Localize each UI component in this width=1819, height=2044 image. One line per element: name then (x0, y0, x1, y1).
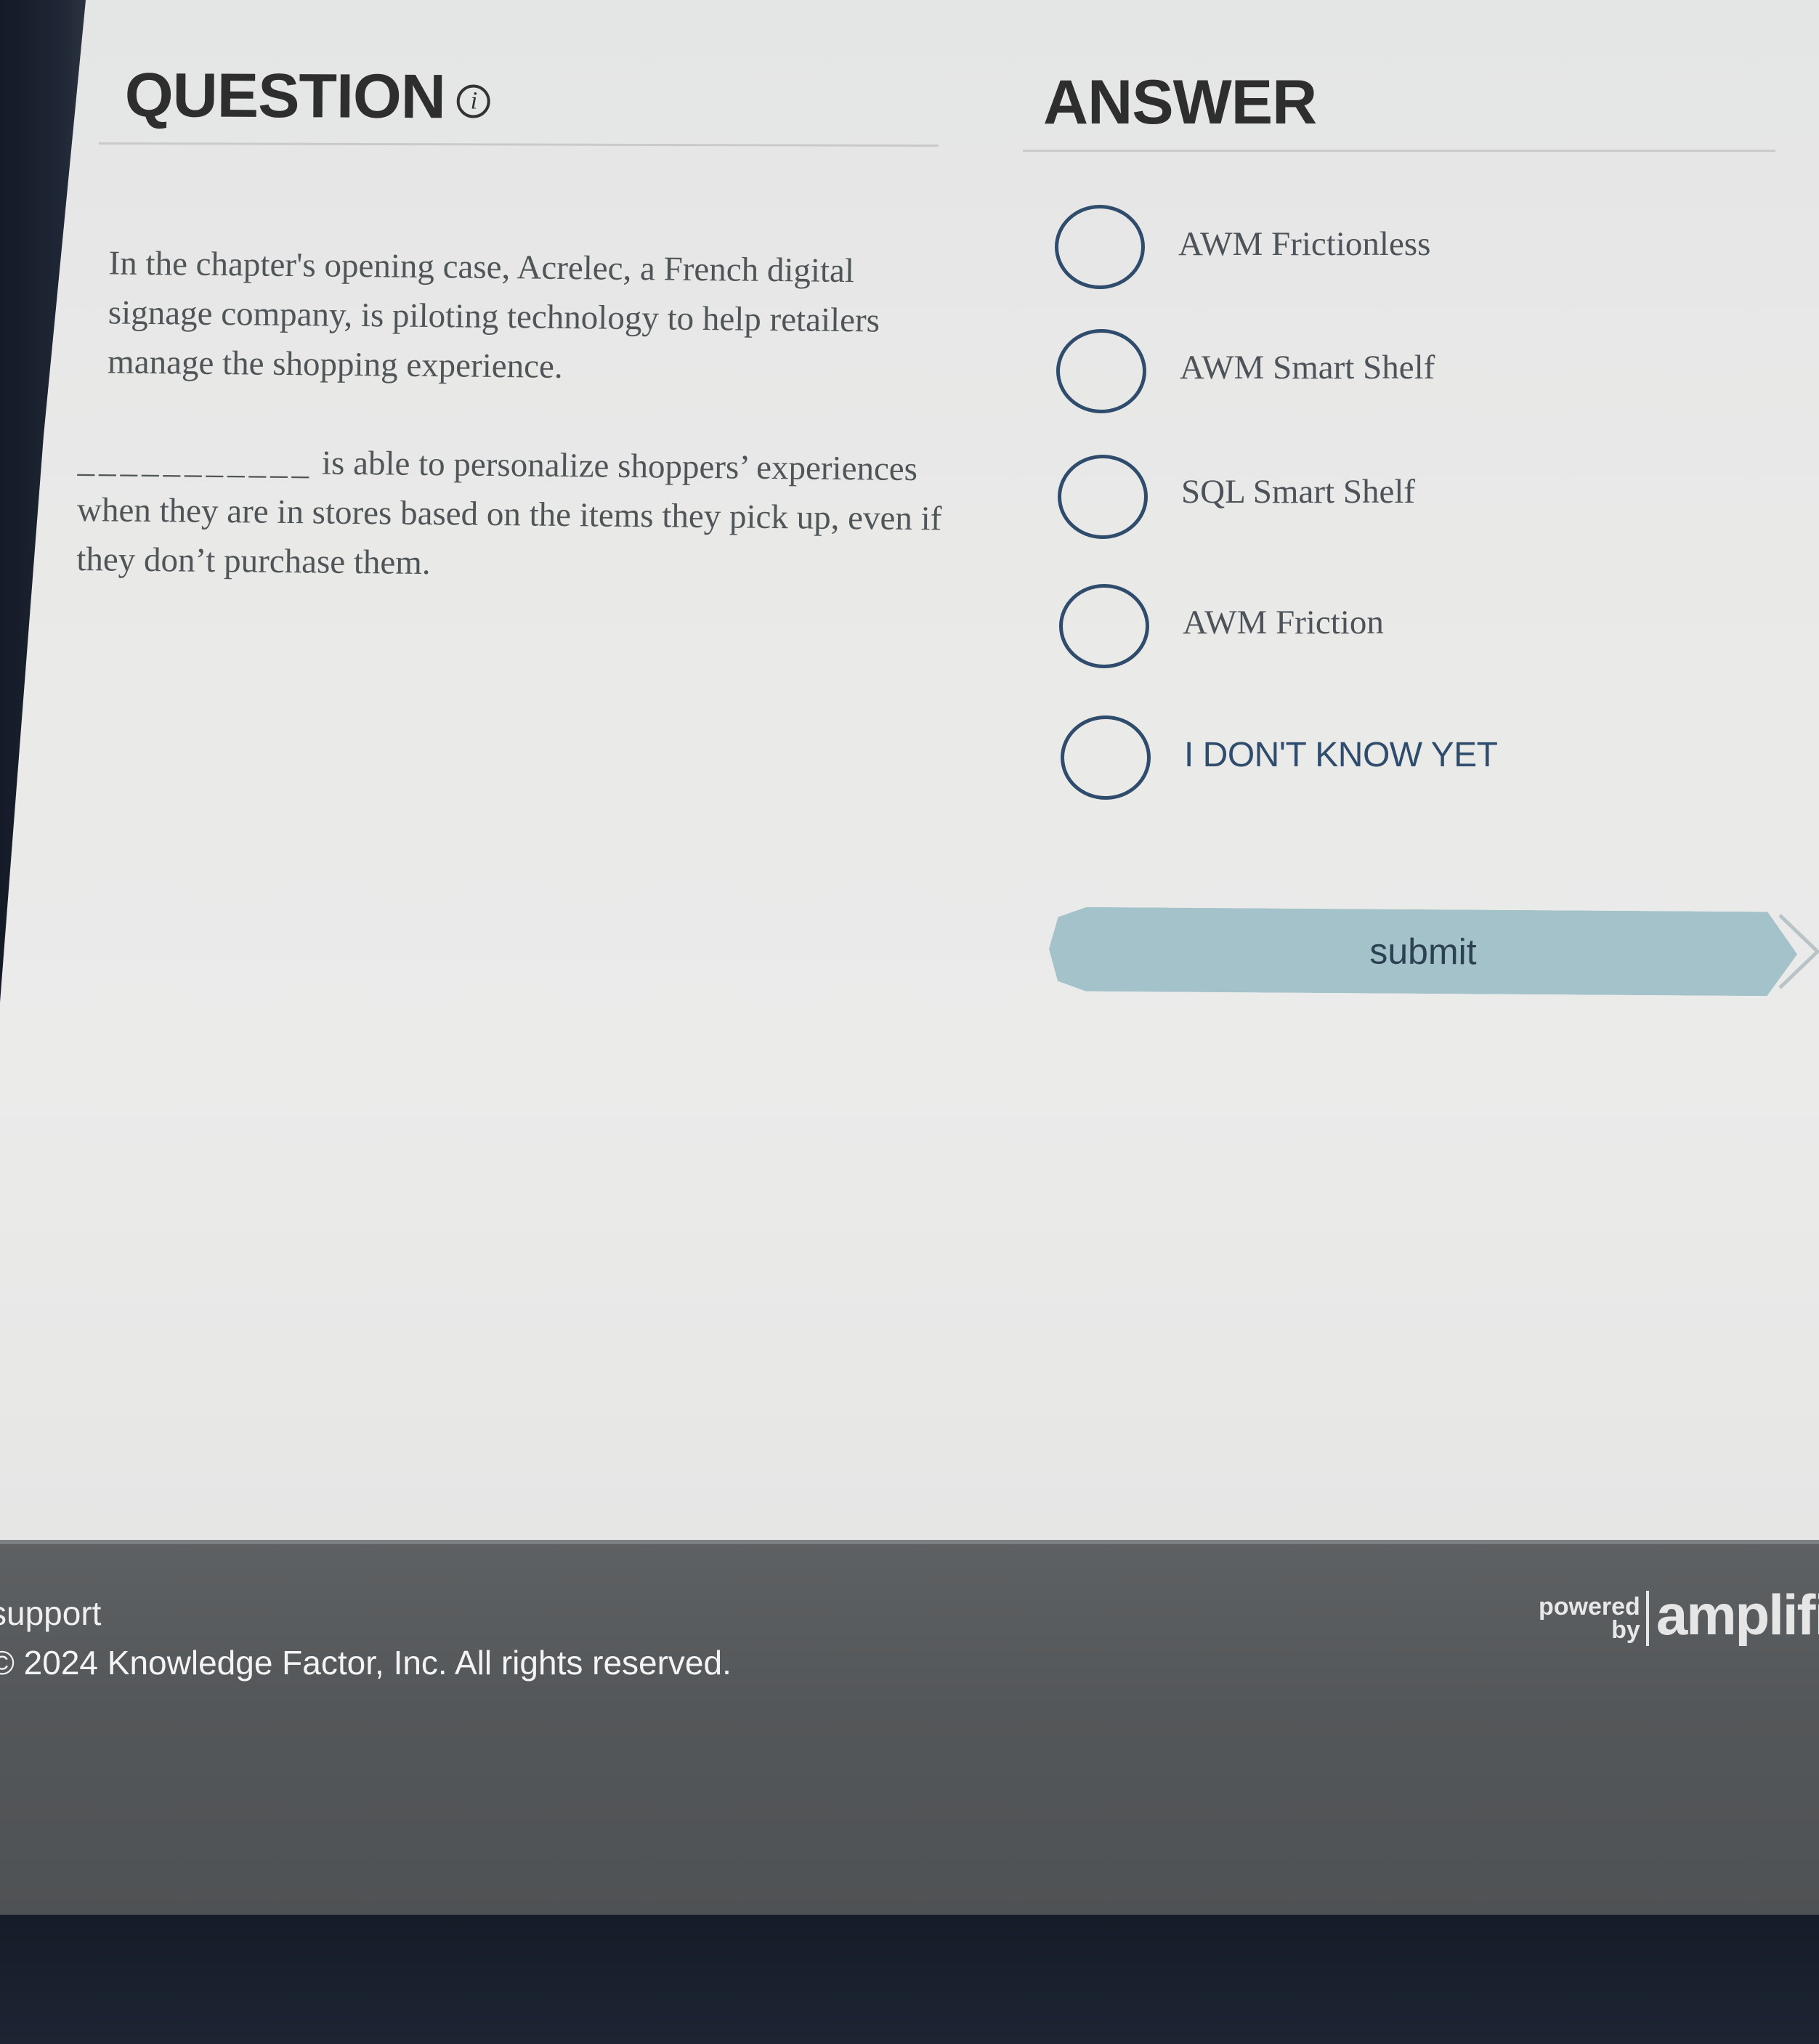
fill-in-blank: ___________ (77, 441, 314, 482)
brand-divider (1645, 1590, 1649, 1646)
question-heading-label: QUESTION (124, 60, 446, 132)
answer-option-awm-smart-shelf[interactable]: AWM Smart Shelf (1056, 329, 1435, 413)
info-icon[interactable]: i (456, 84, 490, 118)
powered-by-label: powered by (1539, 1592, 1640, 1644)
radio-button[interactable] (1059, 584, 1149, 668)
page-footer: support © 2024 Knowledge Factor, Inc. Al… (0, 1540, 1819, 1915)
answer-heading: ANSWER (1043, 68, 1317, 137)
question-heading: QUESTION i (124, 60, 490, 134)
answer-option-awm-frictionless[interactable]: AWM Frictionless (1055, 205, 1430, 289)
amplifire-brand: powered by amplifi (1539, 1583, 1819, 1648)
radio-button[interactable] (1055, 205, 1145, 289)
question-divider (98, 142, 939, 147)
question-paragraph-prompt: ___________ is able to personalize shopp… (76, 436, 949, 593)
screen-bezel-bottom (0, 1915, 1819, 2044)
chevron-right-icon (1778, 909, 1819, 994)
support-link[interactable]: support (0, 1594, 101, 1633)
copyright-notice: © 2024 Knowledge Factor, Inc. All rights… (0, 1644, 732, 1682)
answer-divider (1023, 150, 1775, 152)
question-text: In the chapter's opening case, Acrelec, … (76, 238, 952, 593)
answer-option-awm-friction[interactable]: AWM Friction (1059, 584, 1384, 668)
answer-option-label: AWM Smart Shelf (1180, 349, 1435, 386)
question-paragraph-context: In the chapter's opening case, Acrelec, … (107, 244, 880, 386)
submit-button[interactable]: submit (1049, 907, 1798, 996)
radio-button[interactable] (1061, 715, 1151, 800)
amplifire-logo: amplifi (1656, 1583, 1819, 1647)
answer-option-label: SQL Smart Shelf (1181, 473, 1416, 511)
answer-option-i-dont-know-yet[interactable]: I DON'T KNOW YET (1061, 715, 1498, 800)
powered-text: powered (1539, 1592, 1640, 1621)
answer-option-sql-smart-shelf[interactable]: SQL Smart Shelf (1058, 455, 1415, 539)
radio-button[interactable] (1056, 329, 1146, 413)
radio-button[interactable] (1058, 455, 1148, 539)
footer-divider (0, 1540, 1819, 1544)
answer-option-label: AWM Frictionless (1178, 225, 1431, 263)
answer-option-label: I DON'T KNOW YET (1184, 735, 1498, 774)
by-text: by (1611, 1615, 1640, 1644)
answer-option-label: AWM Friction (1183, 604, 1384, 641)
content-panel: QUESTION i In the chapter's opening case… (0, 0, 1819, 1540)
